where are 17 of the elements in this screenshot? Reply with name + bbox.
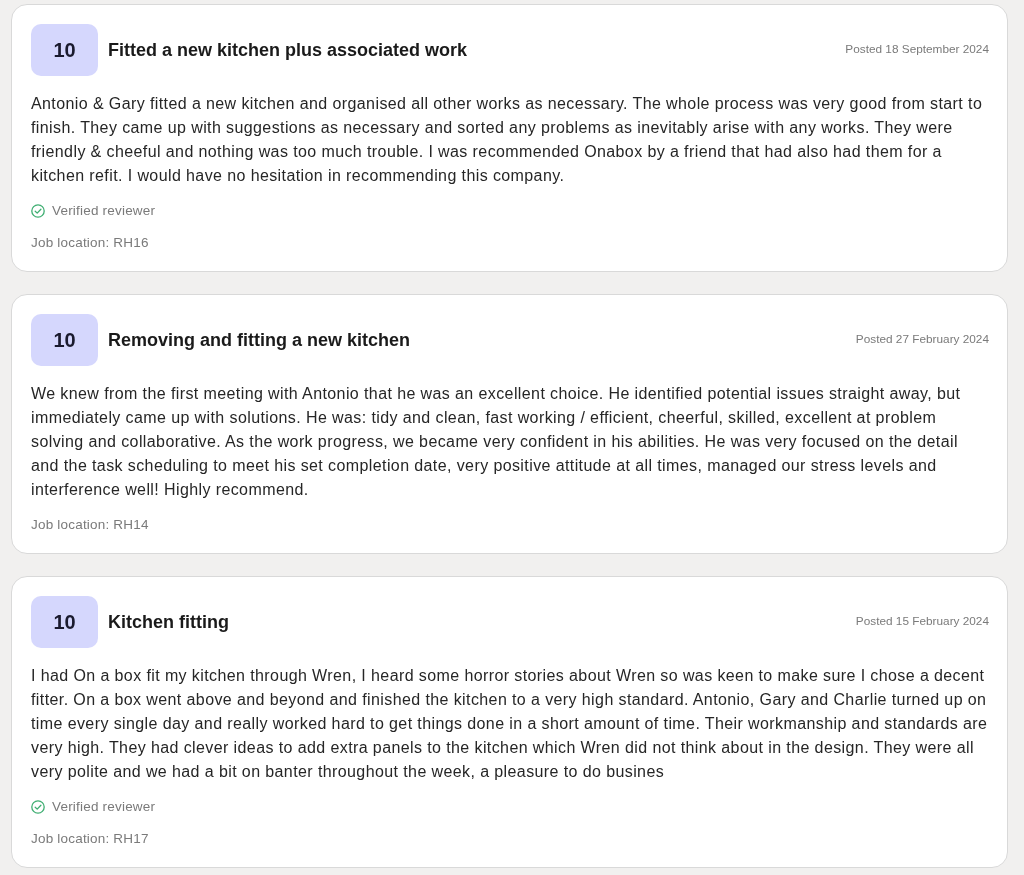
score-badge: 10 <box>31 24 98 76</box>
verified-label: Verified reviewer <box>52 797 156 816</box>
review-text: I had On a box fit my kitchen through Wren, I heard some horror stories about Wren so was keen to make sure I chose a decent fitter. On a box went above and beyond and finished the kitchen to a very high standard. Antonio, Gary and Charlie turned up on time every single day and really worked hard to get things done in a short amount of time. Their workmanship and standards are very high. They had clever ideas to add extra panels to the kitchen which Wren did not think about in the design. They were all very polite and we had a bit on banter throughout the week, a pleasure to do busines <box>31 666 989 782</box>
job-location: Job location: RH14 <box>31 517 150 533</box>
review-title: Kitchen fitting <box>108 610 229 634</box>
review-title: Removing and fitting a new kitchen <box>108 328 411 352</box>
score-badge: 10 <box>31 596 98 648</box>
posted-date: Posted 27 February 2024 <box>855 331 989 349</box>
review-text: We knew from the first meeting with Antonio that he was an excellent choice. He identified potential issues straight away, but immediately came up with solutions. He was: tidy and clean, fast working / efficient, cheerful, skilled, excellent at problem solving and collaborative. As the work progress, we became very confident in his abilities. He was very focused on the detail and the task scheduling to meet his set completion date, very positive attitude at all times, managed our stress levels and interference well! Highly recommend. <box>31 384 962 500</box>
posted-date: Posted 18 September 2024 <box>845 41 989 59</box>
job-location: Job location: RH16 <box>31 235 150 251</box>
posted-date: Posted 15 February 2024 <box>855 613 989 631</box>
score-badge: 10 <box>31 314 98 366</box>
review-title: Fitted a new kitchen plus associated work <box>108 38 468 62</box>
job-location: Job location: RH17 <box>31 831 150 847</box>
verified-label: Verified reviewer <box>52 201 156 220</box>
review-text: Antonio & Gary fitted a new kitchen and organised all other works as necessary. The whole process was very good from start to finish. They came up with suggestions as necessary and sorted any problems as inevitably arise with any works. They were friendly & cheeful and nothing was too much trouble. I was recommended Onabox by a friend that had also had them for a kitchen refit. I would have no hesitation in recommending this company. <box>31 94 984 186</box>
